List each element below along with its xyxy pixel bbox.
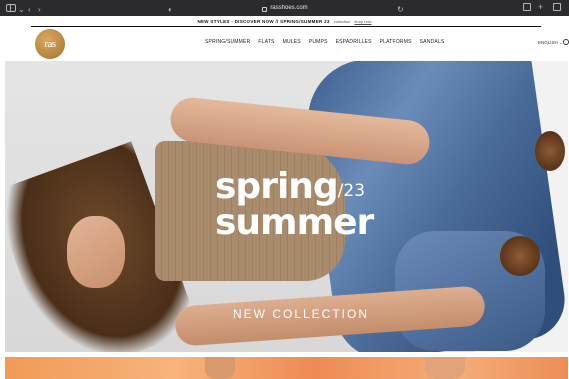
search-icon[interactable] (563, 39, 569, 45)
nav-item-pumps[interactable]: PUMPS (309, 39, 328, 45)
hero-title-line1: spring/23 (215, 169, 373, 205)
logo-text: ras (44, 38, 56, 50)
nav-item-mules[interactable]: MULES (283, 39, 301, 45)
hero-shoe (535, 131, 565, 171)
nav-item-spring-summer[interactable]: SPRING/SUMMER (205, 39, 250, 45)
sidebar-icon[interactable] (6, 4, 16, 12)
announcement-sub: collection (333, 18, 351, 24)
language-label: ENGLISH (538, 40, 558, 45)
hero-title: spring/23 summer (215, 169, 374, 243)
browser-toolbar: ⌄ ‹ › ◐ rasshoes.com ↻ + (0, 0, 569, 16)
tabs-icon[interactable] (553, 3, 561, 11)
address-text: rasshoes.com (270, 5, 308, 11)
site-header: ras SPRING/SUMMER FLATS MULES PUMPS ESPA… (0, 26, 569, 60)
nav-item-sandals[interactable]: SANDALS (420, 39, 445, 45)
hero-shoe-second (500, 236, 540, 276)
hero-model-face (67, 216, 125, 288)
hero-banner[interactable]: spring/23 summer NEW COLLECTION (5, 61, 568, 352)
hero-title-year: /23 (337, 181, 366, 201)
toolbar-right-icons: + (523, 3, 561, 12)
nav-item-platforms[interactable]: PLATFORMS (380, 39, 412, 45)
nav-item-flats[interactable]: FLATS (258, 39, 274, 45)
language-selector[interactable]: ENGLISH ⌄ (538, 40, 563, 46)
next-banner-detail (205, 357, 235, 379)
main-nav: SPRING/SUMMER FLATS MULES PUMPS ESPADRIL… (205, 39, 444, 45)
share-icon[interactable] (523, 3, 531, 11)
header-divider (31, 26, 541, 27)
next-banner[interactable] (5, 357, 568, 379)
brand-logo[interactable]: ras (35, 29, 65, 59)
new-tab-icon[interactable]: + (538, 3, 546, 12)
hero-title-line2: summer (215, 202, 374, 243)
announcement-message: NEW STYLES - DISCOVER NOW // SPRING/SUMM… (197, 18, 330, 24)
announcement-bar: NEW STYLES - DISCOVER NOW // SPRING/SUMM… (0, 16, 569, 26)
address-bar[interactable]: rasshoes.com (240, 3, 330, 13)
hero-title-spring: spring (215, 166, 339, 207)
nav-item-espadrilles[interactable]: ESPADRILLES (336, 39, 372, 45)
lock-icon (262, 6, 268, 12)
next-banner-detail-second (425, 357, 465, 379)
shop-now-link[interactable]: shop now (354, 19, 371, 24)
hero-subtitle[interactable]: NEW COLLECTION (233, 307, 369, 321)
